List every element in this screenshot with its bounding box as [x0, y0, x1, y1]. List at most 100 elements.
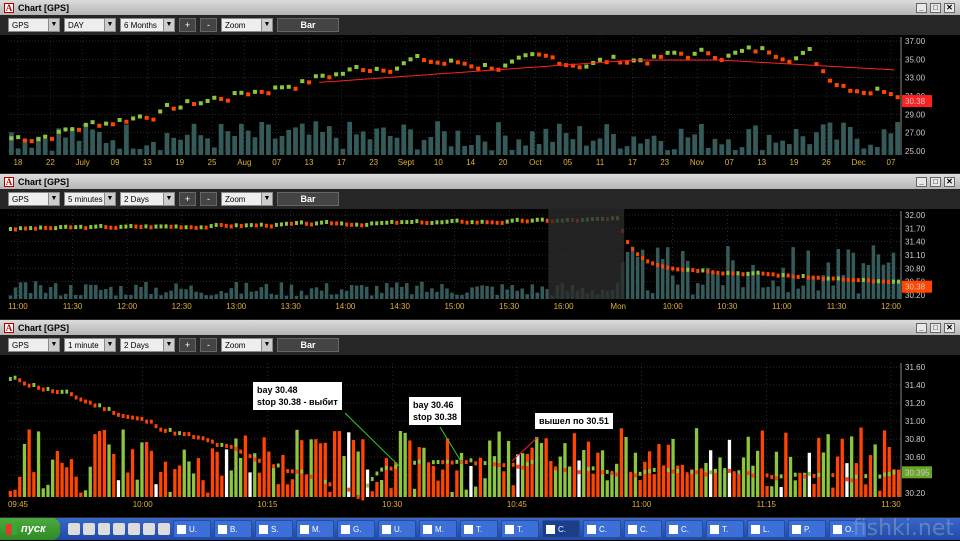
maximize-icon[interactable]: □ [930, 176, 941, 187]
price-bar [784, 475, 788, 480]
volume-bar [435, 291, 439, 299]
taskbar-window-button[interactable]: G. [337, 520, 375, 538]
taskbar-window-button[interactable]: U. [378, 520, 416, 538]
price-bar [685, 472, 689, 477]
volume-bar [192, 473, 196, 497]
minimize-icon[interactable]: _ [916, 2, 927, 13]
volume-bar [191, 123, 197, 155]
five-minute-bar-chart[interactable]: 32.0031.7031.4031.1030.8030.5030.2011:00… [0, 209, 960, 319]
chart-toolbar: GPS ▼ DAY ▼ 6 Months ▼ + - Zoom ▼ Bar [0, 15, 960, 35]
taskbar-window-button[interactable]: B. [214, 520, 252, 538]
volume-bar [177, 465, 182, 497]
price-chart-area[interactable]: 31.6031.4031.2031.0030.8030.6030.4030.20… [0, 355, 960, 517]
symbol-select[interactable]: GPS ▼ [8, 338, 60, 352]
taskbar-window-button[interactable]: C. [665, 520, 703, 538]
window-titlebar[interactable]: A Chart [GPS] _ □ ✕ [0, 0, 960, 15]
zoom-out-button[interactable]: - [200, 192, 217, 206]
daily-bar-chart[interactable]: 37.0035.0033.0031.0029.0027.0025.001822J… [0, 35, 960, 173]
window-titlebar[interactable]: A Chart [GPS] _ □ ✕ [0, 174, 960, 189]
taskbar-window-button[interactable]: T. [501, 520, 539, 538]
price-chart-area[interactable]: 37.0035.0033.0031.0029.0027.0025.001822J… [0, 35, 960, 173]
price-bar [37, 385, 40, 390]
taskbar-window-button[interactable]: P. [788, 520, 826, 538]
symbol-select[interactable]: GPS ▼ [8, 18, 60, 32]
range-select[interactable]: 2 Days ▼ [120, 338, 175, 352]
quicklaunch-icon[interactable] [128, 523, 140, 535]
volume-bar [556, 123, 562, 155]
price-bar [366, 483, 369, 488]
quicklaunch-icon[interactable] [98, 523, 110, 535]
zoom-in-button[interactable]: + [179, 192, 196, 206]
price-bar [776, 273, 780, 278]
range-select[interactable]: 6 Months ▼ [120, 18, 175, 32]
price-bar [264, 223, 268, 228]
volume-bar [169, 290, 173, 299]
interval-select[interactable]: 5 minutes ▼ [64, 192, 116, 206]
quicklaunch-icon[interactable] [83, 523, 95, 535]
taskbar-window-button[interactable]: S. [255, 520, 293, 538]
quicklaunch-icon[interactable] [68, 523, 80, 535]
zoom-select[interactable]: Zoom ▼ [221, 192, 273, 206]
volume-bar [704, 462, 708, 497]
price-bar [97, 123, 102, 128]
volume-bar [428, 136, 434, 155]
taskbar-window-button[interactable]: L. [747, 520, 785, 538]
one-minute-bar-chart[interactable]: 31.6031.4031.2031.0030.8030.6030.4030.20… [0, 355, 960, 517]
taskbar-window-button[interactable]: T. [706, 520, 744, 538]
taskbar-window-button[interactable]: C. [542, 520, 580, 538]
close-icon[interactable]: ✕ [944, 322, 955, 333]
window-titlebar[interactable]: A Chart [GPS] _ □ ✕ [0, 320, 960, 335]
start-button[interactable]: пуск [0, 518, 60, 540]
chart-mode-button[interactable]: Bar [277, 338, 339, 352]
close-icon[interactable]: ✕ [944, 176, 955, 187]
taskbar-window-button[interactable]: C. [583, 520, 621, 538]
volume-bar [239, 293, 244, 299]
quicklaunch-icon[interactable] [143, 523, 155, 535]
x-tick-label: 14:00 [335, 302, 356, 311]
maximize-icon[interactable]: □ [930, 322, 941, 333]
zoom-out-button[interactable]: - [200, 338, 217, 352]
volume-bar [326, 126, 332, 155]
interval-select[interactable]: 1 minute ▼ [64, 338, 116, 352]
minimize-icon[interactable]: _ [916, 176, 927, 187]
price-chart-area[interactable]: 32.0031.7031.4031.1030.8030.5030.2011:00… [0, 209, 960, 319]
volume-bar [881, 129, 887, 155]
price-bar [756, 270, 760, 275]
zoom-select[interactable]: Zoom ▼ [221, 18, 273, 32]
volume-bar [791, 247, 795, 299]
volume-bar [224, 449, 229, 497]
volume-bar [116, 480, 121, 497]
price-bar [507, 461, 510, 466]
volume-bar [306, 134, 312, 155]
interval-select[interactable]: DAY ▼ [64, 18, 116, 32]
close-icon[interactable]: ✕ [944, 2, 955, 13]
volume-bar [204, 295, 208, 299]
minimize-icon[interactable]: _ [916, 322, 927, 333]
taskbar-window-button[interactable]: M. [419, 520, 457, 538]
chart-mode-button[interactable]: Bar [277, 192, 339, 206]
range-select[interactable]: 2 Days ▼ [120, 192, 175, 206]
chart-mode-button[interactable]: Bar [277, 18, 339, 32]
volume-bar [746, 436, 750, 497]
zoom-in-button[interactable]: + [179, 338, 196, 352]
taskbar-window-button[interactable]: C. [624, 520, 662, 538]
volume-bar [584, 145, 589, 155]
zoom-select[interactable]: Zoom ▼ [221, 338, 273, 352]
taskbar-window-button[interactable]: M. [296, 520, 334, 538]
quicklaunch-icon[interactable] [158, 523, 170, 535]
price-bar [742, 469, 745, 474]
volume-bar [530, 284, 535, 299]
zoom-in-button[interactable]: + [179, 18, 196, 32]
taskbar-window-button[interactable]: U. [173, 520, 211, 538]
price-bar [798, 473, 802, 478]
taskbar-window-button[interactable]: T. [460, 520, 498, 538]
symbol-select[interactable]: GPS ▼ [8, 192, 60, 206]
zoom-out-button[interactable]: - [200, 18, 217, 32]
price-bar [225, 98, 230, 103]
price-bar [365, 222, 369, 227]
price-bar [29, 226, 33, 231]
volume-bar [400, 286, 404, 299]
maximize-icon[interactable]: □ [930, 2, 941, 13]
chevron-down-icon: ▼ [163, 193, 174, 205]
quicklaunch-icon[interactable] [113, 523, 125, 535]
